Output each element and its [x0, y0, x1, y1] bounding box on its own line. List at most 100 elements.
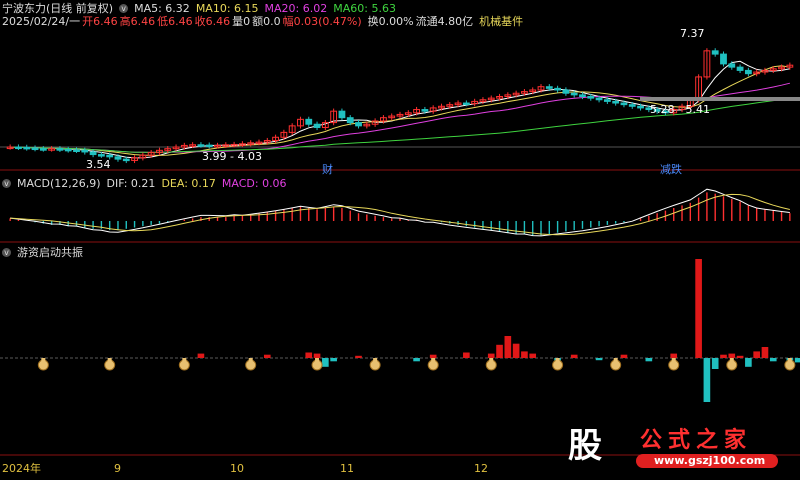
- indicator-bar: [620, 354, 628, 358]
- money-bag-icon-top: [671, 358, 676, 361]
- candle-body: [346, 117, 354, 124]
- candle-body: [15, 146, 22, 150]
- money-bag-icon-top: [729, 358, 734, 361]
- candle-body: [545, 86, 553, 89]
- candle-body: [81, 149, 89, 153]
- range-label-2: 5.28 - 5.41: [650, 103, 710, 116]
- macd-header: v MACD(12,26,9) DIF: 0.21 DEA: 0.17 MACD…: [2, 177, 287, 190]
- x-tick-1: 9: [114, 462, 121, 475]
- macd-dea: DEA: 0.17: [161, 177, 216, 190]
- candle-body: [305, 118, 313, 125]
- candle-body: [64, 148, 72, 152]
- ma5-label: MA5: 6.32: [134, 2, 190, 15]
- candle-body: [56, 148, 64, 151]
- money-bag-icon: [311, 359, 323, 371]
- candle-body: [620, 102, 628, 106]
- candle-body: [612, 100, 620, 104]
- x-tick-3: 11: [340, 462, 354, 475]
- candle-body: [579, 94, 586, 98]
- macd-dif: DIF: 0.21: [106, 177, 156, 190]
- money-bag-icon-top: [787, 358, 792, 361]
- candle-body: [628, 104, 636, 107]
- stock-title: 宁波东力(日线 前复权): [2, 2, 114, 15]
- watermark-glyph: 股: [568, 426, 602, 466]
- money-bag-icon: [104, 359, 116, 371]
- candle-body: [603, 99, 611, 102]
- indicator-bar: [463, 352, 470, 358]
- candle-body: [595, 97, 603, 101]
- indicator-bar: [413, 358, 420, 362]
- indicator-bar: [711, 358, 719, 369]
- quote-turnover: 换0.00%: [367, 15, 414, 28]
- indicator-bar: [695, 259, 702, 358]
- money-bag-icon-top: [555, 358, 560, 361]
- candle-body: [554, 87, 562, 91]
- quote-volume: 量0: [232, 15, 251, 28]
- money-bag-icon: [668, 359, 680, 371]
- quote-date: 2025/02/24/一: [2, 15, 81, 28]
- indicator-bar: [736, 355, 744, 358]
- indicator-bar: [720, 354, 727, 358]
- money-bag-icon: [369, 359, 381, 371]
- candle-body: [23, 146, 31, 150]
- money-bag-icon: [178, 359, 190, 371]
- candle-body: [637, 105, 644, 109]
- candle-body: [114, 156, 122, 160]
- money-bag-icon: [610, 359, 622, 371]
- indicator-bar: [728, 353, 736, 358]
- indicator-bar: [521, 351, 528, 358]
- chart-stage: 宁波东力(日线 前复权) v MA5: 6.32 MA10: 6.15 MA20…: [0, 0, 800, 476]
- indicator-bar: [322, 358, 329, 367]
- watermark-url-box: www.gszj100.com: [636, 454, 778, 468]
- candle-body: [562, 89, 570, 94]
- candle-body: [338, 110, 346, 119]
- macd-name: MACD(12,26,9): [17, 177, 101, 190]
- indicator-bar: [313, 353, 321, 358]
- indicator-bar: [305, 352, 313, 358]
- x-tick-0: 2024年: [2, 462, 41, 475]
- money-bag-icon: [726, 359, 738, 371]
- quote-close: 收6.46: [194, 15, 231, 28]
- candle-body: [197, 144, 205, 147]
- money-bag-icon-top: [248, 358, 253, 361]
- money-bag-icon: [245, 359, 257, 371]
- quote-high: 高6.46: [119, 15, 156, 28]
- watermark-url: www.gszj100.com: [654, 454, 766, 467]
- ma60-label: MA60: 5.63: [333, 2, 396, 15]
- money-bag-icon: [485, 359, 497, 371]
- chevron-down-icon[interactable]: v: [2, 179, 11, 188]
- candle-body: [122, 158, 130, 162]
- indicator-bar: [645, 358, 653, 362]
- chevron-down-icon[interactable]: v: [2, 248, 11, 257]
- candle-body: [421, 109, 429, 112]
- candle-body: [73, 149, 80, 152]
- event-marker-2[interactable]: 减跌: [660, 163, 682, 176]
- indicator-bar: [595, 358, 603, 361]
- candle-body: [736, 66, 744, 71]
- ma10-label: MA10: 6.15: [195, 2, 259, 15]
- indicator-bar: [197, 353, 205, 358]
- money-bag-icon: [552, 359, 564, 371]
- indicator-bar: [504, 336, 512, 358]
- money-bag-icon-top: [431, 358, 436, 361]
- price-high-label: 7.37: [680, 27, 705, 40]
- x-tick-2: 10: [230, 462, 244, 475]
- quote-float-cap: 流通4.80亿: [415, 15, 474, 28]
- watermark-logo: 股 公式之家 www.gszj100.com: [558, 418, 794, 472]
- money-bag-icon-top: [489, 358, 494, 361]
- quote-open: 开6.46: [82, 15, 118, 28]
- price-header: 宁波东力(日线 前复权) v MA5: 6.32 MA10: 6.15 MA20…: [2, 2, 396, 15]
- macd-dea-line: [10, 193, 790, 236]
- indicator-bar: [496, 344, 503, 358]
- candle-body: [711, 50, 719, 55]
- money-bag-icon-top: [41, 358, 46, 361]
- chart-canvas: [0, 48, 800, 456]
- quote-change: 幅0.03(0.47%): [282, 15, 362, 28]
- event-marker-1[interactable]: 财: [322, 163, 333, 176]
- candle-body: [106, 154, 114, 158]
- indicator-bar: [512, 343, 520, 358]
- indicator-bar: [794, 358, 800, 363]
- chevron-down-icon[interactable]: v: [119, 4, 129, 13]
- indicator-bar: [263, 354, 271, 358]
- money-bag-icon-top: [315, 358, 320, 361]
